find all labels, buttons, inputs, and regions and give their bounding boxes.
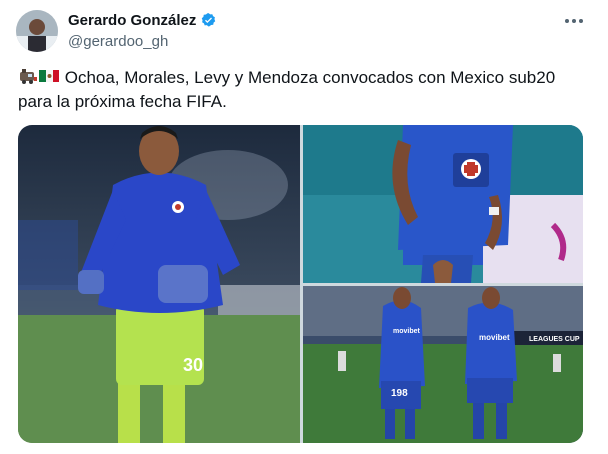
verified-badge-icon <box>202 13 216 27</box>
player-jersey-number: 198 <box>391 388 408 399</box>
author-handle[interactable]: @gerardoo_gh <box>68 33 168 50</box>
sponsor-text-right: movibet <box>479 333 510 342</box>
goalkeeper-jersey-number: 30 <box>183 355 203 375</box>
media-image-3[interactable]: LEAGUES CUP movibet 198 movibet <box>303 286 583 443</box>
train-emoji-icon <box>20 69 37 84</box>
media-grid: 30 LEAGUES CUP movibet 198 movibet <box>18 125 583 443</box>
more-dot-icon <box>579 19 583 23</box>
player-closeup-photo-icon <box>303 125 583 283</box>
author-avatar[interactable] <box>16 10 58 52</box>
author-display-name[interactable]: Gerardo González <box>68 12 196 29</box>
leagues-cup-banner: LEAGUES CUP <box>529 336 580 343</box>
more-options-button[interactable] <box>562 12 586 30</box>
tweet-text: Ochoa, Morales, Levy y Mendoza convocado… <box>18 66 593 114</box>
more-dot-icon <box>572 19 576 23</box>
media-image-1[interactable]: 30 <box>18 125 300 443</box>
sponsor-text-left: movibet <box>393 328 421 335</box>
profile-photo-icon <box>16 10 58 52</box>
players-walking-photo-icon: LEAGUES CUP movibet 198 movibet <box>303 286 583 443</box>
media-image-2[interactable] <box>303 125 583 283</box>
author-name-row: Gerardo González <box>68 12 217 29</box>
goalkeeper-photo-icon: 30 <box>18 125 300 443</box>
mexico-flag-emoji-icon <box>39 70 59 82</box>
tweet-text-content: Ochoa, Morales, Levy y Mendoza convocado… <box>18 68 556 111</box>
more-dot-icon <box>565 19 569 23</box>
tweet-card[interactable]: Gerardo González @gerardoo_gh Ochoa, Mor… <box>0 0 608 454</box>
